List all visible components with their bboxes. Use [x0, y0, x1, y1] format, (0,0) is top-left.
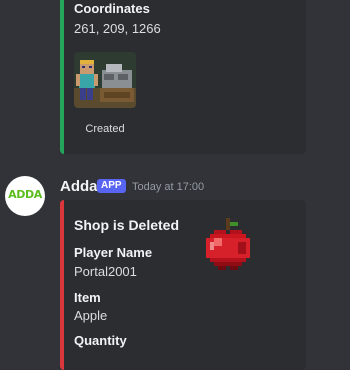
- author-username[interactable]: Adda: [60, 178, 98, 195]
- avatar-logo-text: ADDA: [8, 188, 42, 201]
- thumbnail-caption: Created: [85, 123, 125, 135]
- coordinates-label: Coordinates: [74, 1, 150, 16]
- embed-title: Shop is Deleted: [74, 217, 180, 233]
- coordinates-value: 261, 209, 1266: [74, 21, 161, 36]
- minecraft-shop-thumbnail-icon[interactable]: [74, 52, 136, 108]
- player-name-label: Player Name: [74, 245, 153, 260]
- player-name-value: Portal2001: [74, 264, 137, 279]
- avatar[interactable]: ADDA: [5, 176, 45, 216]
- message-timestamp[interactable]: Today at 17:00: [132, 181, 204, 193]
- item-label: Item: [74, 290, 101, 305]
- app-badge: APP: [97, 179, 126, 193]
- apple-icon[interactable]: [202, 218, 254, 274]
- quantity-label: Quantity: [74, 333, 127, 348]
- item-value: Apple: [74, 308, 108, 323]
